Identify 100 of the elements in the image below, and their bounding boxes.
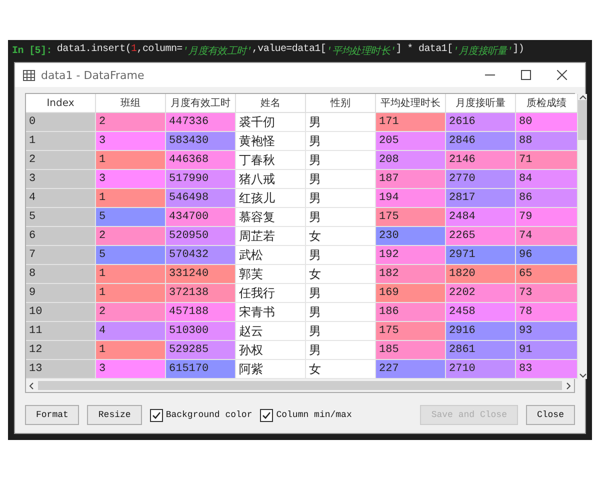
format-button[interactable]: Format (25, 405, 80, 425)
column-header[interactable]: 姓名 (236, 94, 306, 113)
table-cell: 175 (376, 208, 446, 227)
column-header[interactable]: 平均处理时长 (376, 94, 446, 113)
table-cell: 529285 (166, 341, 236, 360)
resize-button[interactable]: Resize (87, 405, 142, 425)
column-header[interactable]: Index (26, 94, 96, 113)
table-cell: 男 (306, 284, 376, 303)
table-cell: 5 (96, 246, 166, 265)
table-cell: 2710 (446, 360, 516, 379)
table-cell: 慕容复 (236, 208, 306, 227)
table-cell: 2 (96, 227, 166, 246)
table-cell: 331240 (166, 265, 236, 284)
table-cell: 男 (306, 322, 376, 341)
table-cell: 男 (306, 132, 376, 151)
table-cell: 520950 (166, 227, 236, 246)
table-cell: 男 (306, 170, 376, 189)
table-cell: 194 (376, 189, 446, 208)
table-cell: 阿紫 (236, 360, 306, 379)
scroll-down-icon[interactable] (578, 373, 586, 379)
row-index: 3 (26, 170, 96, 189)
table-cell: 2817 (446, 189, 516, 208)
table-cell: 2770 (446, 170, 516, 189)
table-cell: 446368 (166, 151, 236, 170)
table-cell: 女 (306, 360, 376, 379)
table-cell: 2146 (446, 151, 516, 170)
column-header[interactable]: 班组 (96, 94, 166, 113)
table-cell: 185 (376, 341, 446, 360)
table-cell: 裘千仞 (236, 113, 306, 132)
checkmark-icon (152, 410, 161, 420)
table-cell: 女 (306, 227, 376, 246)
table-cell: 任我行 (236, 284, 306, 303)
table-cell: 457188 (166, 303, 236, 322)
row-index: 6 (26, 227, 96, 246)
table-cell: 96 (516, 246, 578, 265)
row-index: 12 (26, 341, 96, 360)
table-cell: 2616 (446, 113, 516, 132)
window-title: data1 - DataFrame (41, 68, 146, 82)
table-cell: 5 (96, 208, 166, 227)
table-cell: 孙权 (236, 341, 306, 360)
cell-prompt: In [5]: (12, 46, 52, 56)
scroll-thumb[interactable] (38, 381, 562, 390)
table-cell: 186 (376, 303, 446, 322)
option-checkbox[interactable]: Background color (150, 408, 252, 422)
row-index: 10 (26, 303, 96, 322)
row-index: 11 (26, 322, 96, 341)
column-header[interactable]: 性别 (306, 94, 376, 113)
column-header[interactable]: 质检成绩 (516, 94, 578, 113)
table-cell: 男 (306, 113, 376, 132)
table-cell: 73 (516, 284, 578, 303)
table-cell: 1 (96, 341, 166, 360)
code-line: data1.insert(1,column='月度有效工时',value=data1['平均处理时长'] * data1['月度接听量']) (56, 44, 524, 58)
scroll-right-icon[interactable] (566, 382, 572, 390)
horizontal-scrollbar[interactable] (26, 379, 574, 392)
close-button[interactable]: Close (526, 405, 575, 425)
scroll-left-icon[interactable] (28, 382, 34, 390)
table-cell: 丁春秋 (236, 151, 306, 170)
checkmark-icon (262, 410, 272, 420)
table-cell: 赵云 (236, 322, 306, 341)
table-cell: 546498 (166, 189, 236, 208)
table-cell: 猪八戒 (236, 170, 306, 189)
table-cell: 1 (96, 189, 166, 208)
row-index: 4 (26, 189, 96, 208)
table-cell: 182 (376, 265, 446, 284)
table-cell: 2484 (446, 208, 516, 227)
table-cell: 2 (96, 113, 166, 132)
table-cell: 黄袍怪 (236, 132, 306, 151)
table-cell: 84 (516, 170, 578, 189)
table-cell: 3 (96, 170, 166, 189)
table-cell: 宋青书 (236, 303, 306, 322)
table-cell: 80 (516, 113, 578, 132)
table-cell: 88 (516, 132, 578, 151)
table-cell: 男 (306, 341, 376, 360)
table-cell: 1 (96, 284, 166, 303)
row-index: 0 (26, 113, 96, 132)
table-cell: 65 (516, 265, 578, 284)
table-cell: 192 (376, 246, 446, 265)
scroll-thumb[interactable] (578, 100, 587, 140)
table-cell: 171 (376, 113, 446, 132)
vertical-scrollbar[interactable] (578, 94, 587, 379)
option-checkbox[interactable]: Column min/max (260, 408, 352, 422)
row-index: 7 (26, 246, 96, 265)
row-index: 5 (26, 208, 96, 227)
column-header[interactable]: 月度接听量 (446, 94, 516, 113)
table-cell: 175 (376, 322, 446, 341)
row-index: 13 (26, 360, 96, 379)
table-cell: 2916 (446, 322, 516, 341)
table-cell: 2458 (446, 303, 516, 322)
table-cell: 2265 (446, 227, 516, 246)
table-cell: 230 (376, 227, 446, 246)
row-index: 8 (26, 265, 96, 284)
scroll-up-icon[interactable] (578, 94, 586, 100)
maximize-icon (521, 70, 531, 80)
table-cell: 187 (376, 170, 446, 189)
table-cell: 78 (516, 303, 578, 322)
table-cell: 男 (306, 303, 376, 322)
table-cell: 372138 (166, 284, 236, 303)
column-header[interactable]: 月度有效工时 (166, 94, 236, 113)
table-cell: 1820 (446, 265, 516, 284)
table-cell: 227 (376, 360, 446, 379)
